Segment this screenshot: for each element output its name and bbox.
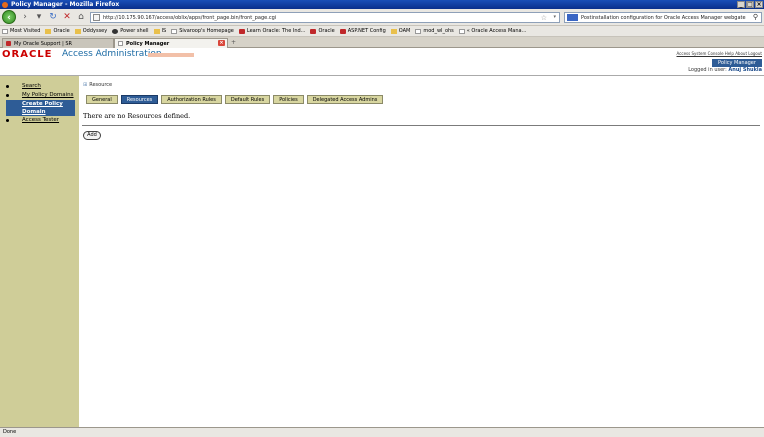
sidebar-item-search[interactable]: Search	[6, 82, 79, 91]
firefox-icon	[2, 1, 8, 8]
tab-policy-manager[interactable]: Policy Manager ×	[114, 38, 228, 48]
bookmark-label: « Oracle Access Mana...	[466, 28, 527, 34]
sidebar-item-create-policy-domain[interactable]: Create Policy Domain	[6, 100, 75, 116]
window-titlebar: Policy Manager - Mozilla Firefox _ □ ×	[0, 0, 764, 9]
bookmark-item[interactable]: Learn Oracle: The Ind...	[238, 28, 306, 34]
oracle-logo: ORACLE	[2, 49, 53, 60]
tab-label: My Oracle Support | SR	[14, 40, 72, 47]
sidebar: Search My Policy Domains Create Policy D…	[0, 75, 79, 427]
bookmark-label: Power shell	[120, 28, 149, 34]
stop-icon[interactable]: ✕	[62, 12, 72, 22]
tab-default-rules[interactable]: Default Rules	[224, 95, 271, 104]
history-dropdown-icon[interactable]: ▾	[34, 12, 44, 22]
breadcrumb: ⊞ Resource	[83, 82, 112, 88]
page-icon	[93, 14, 100, 21]
tab-authorization-rules[interactable]: Authorization Rules	[161, 95, 222, 104]
bookmark-item[interactable]: Most Visited	[2, 28, 40, 34]
sidebar-item-access-tester[interactable]: Access Tester	[6, 116, 79, 125]
add-button[interactable]: Add	[83, 131, 101, 140]
bookmark-label: Most Visited	[10, 28, 41, 34]
policy-tabs: General Resources Authorization Rules De…	[86, 95, 384, 104]
window-title: Policy Manager - Mozilla Firefox	[11, 1, 120, 8]
close-window-button[interactable]: ×	[755, 1, 763, 8]
divider	[82, 125, 760, 126]
bookmark-star-icon[interactable]: ☆	[541, 14, 547, 22]
bookmark-label: Oracle	[318, 28, 335, 34]
url-text: http://10.175.90.167/access/oblix/apps/f…	[103, 14, 277, 21]
bookmark-item[interactable]: OAM	[390, 28, 411, 34]
navigation-toolbar: ‹ › ▾ ↻ ✕ ⌂ http://10.175.90.167/access/…	[0, 9, 764, 26]
bookmark-icon	[112, 28, 119, 34]
search-bar[interactable]: Postinstallation configuration for Oracl…	[564, 12, 762, 23]
policy-manager-badge[interactable]: Policy Manager	[712, 59, 762, 67]
logged-in-label: Logged in user:	[688, 67, 727, 73]
maximize-button[interactable]: □	[746, 1, 754, 8]
bookmark-icon	[171, 28, 178, 34]
tab-favicon-icon	[6, 41, 11, 46]
breadcrumb-label[interactable]: Resource	[89, 82, 112, 88]
bookmark-label: IS	[161, 28, 167, 34]
tab-my-oracle-support[interactable]: My Oracle Support | SR	[2, 38, 114, 48]
window-controls: _ □ ×	[737, 1, 763, 8]
bookmark-item[interactable]: Power shell	[112, 28, 149, 34]
bookmark-icon	[2, 28, 8, 34]
bookmark-label: Oddyssey	[82, 28, 108, 34]
folder-icon	[153, 28, 160, 34]
bookmark-item[interactable]: Oracle	[310, 28, 335, 34]
bookmark-label: Oracle	[53, 28, 70, 34]
bookmark-item[interactable]: Oddyssey	[74, 28, 108, 34]
bookmark-label: ASP.NET Config	[347, 28, 386, 34]
app-title: Access Administration	[62, 49, 162, 59]
tab-resources[interactable]: Resources	[120, 95, 159, 104]
reload-icon[interactable]: ↻	[48, 12, 58, 22]
bookmark-item[interactable]: mod_wl_ohs	[415, 28, 454, 34]
folder-icon	[74, 28, 81, 34]
minimize-button[interactable]: _	[737, 1, 745, 8]
tab-policies[interactable]: Policies	[273, 95, 304, 104]
title-decoration	[148, 53, 194, 57]
bookmark-item[interactable]: Sivaroop's Homepage	[171, 28, 234, 34]
tab-general[interactable]: General	[86, 95, 118, 104]
status-text: Done	[3, 429, 17, 435]
bookmark-label: Learn Oracle: The Ind...	[246, 28, 306, 34]
new-tab-icon[interactable]: +	[231, 39, 236, 46]
url-dropdown-icon[interactable]: ▾	[553, 14, 556, 20]
bookmark-icon	[458, 28, 465, 34]
bookmark-icon	[310, 28, 317, 34]
url-bar[interactable]: http://10.175.90.167/access/oblix/apps/f…	[90, 12, 560, 23]
tab-favicon-icon	[118, 41, 123, 46]
bookmark-item[interactable]: « Oracle Access Mana...	[458, 28, 527, 34]
tab-delegated-access-admins[interactable]: Delegated Access Admins	[306, 95, 384, 104]
user-name: Anuj Shukla	[728, 67, 762, 73]
bookmark-label: Sivaroop's Homepage	[179, 28, 234, 34]
sidebar-item-my-policy-domains[interactable]: My Policy Domains	[6, 91, 79, 100]
bookmark-label: OAM	[398, 28, 411, 34]
search-icon[interactable]: ⚲	[753, 13, 758, 21]
tab-strip: My Oracle Support | SR Policy Manager × …	[0, 37, 764, 48]
logged-in-user: Logged in user: Anuj Shukla	[688, 67, 762, 73]
bookmark-label: mod_wl_ohs	[423, 28, 454, 34]
search-text: Postinstallation configuration for Oracl…	[581, 14, 746, 21]
resource-icon: ⊞	[83, 82, 88, 88]
bookmark-item[interactable]: IS	[153, 28, 167, 34]
no-resources-message: There are no Resources defined.	[83, 112, 191, 120]
back-button[interactable]: ‹	[2, 10, 16, 24]
header-links[interactable]: Access System Console Help About Logout	[677, 51, 763, 56]
bookmark-icon	[339, 28, 346, 34]
home-icon[interactable]: ⌂	[76, 12, 86, 22]
bookmark-icon	[238, 28, 245, 34]
bookmark-item[interactable]: ASP.NET Config	[339, 28, 386, 34]
main-content: ⊞ Resource General Resources Authorizati…	[79, 75, 764, 427]
bookmark-icon	[415, 28, 422, 34]
bookmark-item[interactable]: Oracle	[45, 28, 70, 34]
folder-icon	[390, 28, 397, 34]
search-engine-icon[interactable]	[567, 14, 578, 21]
status-bar: Done	[0, 427, 764, 437]
forward-button[interactable]: ›	[20, 12, 30, 22]
close-tab-icon[interactable]: ×	[218, 40, 225, 46]
tab-label: Policy Manager	[126, 40, 170, 47]
bookmarks-bar: Most Visited Oracle Oddyssey Power shell IS S…	[0, 26, 764, 37]
folder-icon	[45, 28, 52, 34]
